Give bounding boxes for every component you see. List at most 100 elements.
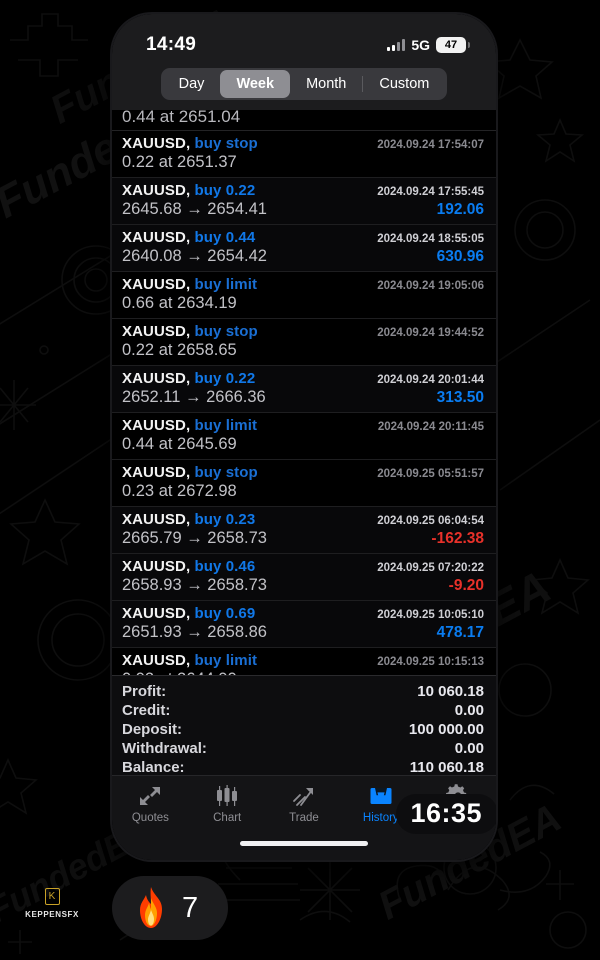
row-symbol: XAUUSD, buy 0.46: [122, 558, 256, 575]
row-profit: 478.17: [436, 624, 484, 641]
streak-count: 7: [182, 891, 199, 924]
row-timestamp: 2024.09.24 17:54:07: [377, 139, 484, 151]
clipped-list-item[interactable]: 0.44 at 2651.04: [112, 110, 496, 131]
phone-frame: 14:49 5G 47 Day Week Month Custom 0.44 a…: [112, 14, 496, 860]
summary-value: 0.00: [454, 702, 484, 719]
segment-day[interactable]: Day: [163, 70, 221, 98]
row-detail: 0.23 at 2672.98: [122, 482, 237, 500]
network-type-label: 5G: [411, 37, 430, 53]
history-row[interactable]: XAUUSD, buy 0.22 2024.09.24 20:01:44 2652.…: [112, 366, 496, 413]
row-profit: 192.06: [436, 201, 484, 218]
summary-value: 100 000.00: [408, 721, 484, 738]
overlay-clock: 16:35: [396, 794, 496, 834]
row-profit: -162.38: [431, 530, 484, 547]
history-row[interactable]: XAUUSD, buy 0.69 2024.09.25 10:05:10 2651.…: [112, 601, 496, 648]
battery-icon: 47: [436, 37, 470, 53]
row-symbol: XAUUSD, buy stop: [122, 135, 258, 152]
tab-label-trade: Trade: [289, 812, 319, 824]
tab-label-chart: Chart: [213, 812, 242, 824]
row-symbol: XAUUSD, buy limit: [122, 276, 258, 293]
keppensfx-label: KEPPENSFX: [25, 910, 79, 919]
account-summary: Profit: 10 060.18 Credit: 0.00 Deposit: 100 0…: [112, 675, 496, 783]
history-row[interactable]: XAUUSD, buy limit 2024.09.24 19:05:06 0.66…: [112, 272, 496, 319]
trend-up-icon: [293, 788, 313, 806]
summary-value: 10 060.18: [417, 683, 484, 700]
history-inbox-icon: [370, 788, 392, 804]
summary-label: Credit:: [122, 702, 171, 719]
row-detail: 2645.68 → 2654.41: [122, 200, 267, 218]
summary-row: Credit: 0.00: [122, 701, 484, 720]
streak-pill[interactable]: 7: [112, 876, 229, 940]
row-timestamp: 2024.09.24 20:11:45: [377, 421, 484, 433]
row-symbol: XAUUSD, buy stop: [122, 323, 258, 340]
row-symbol: XAUUSD, buy 0.23: [122, 511, 256, 528]
row-detail: 2651.93 → 2658.86: [122, 623, 267, 641]
history-rows-container: XAUUSD, buy stop 2024.09.24 17:54:07 0.22 …: [112, 131, 496, 675]
row-symbol: XAUUSD, buy 0.44: [122, 229, 256, 246]
row-order-type: buy limit: [194, 417, 258, 434]
tab-label-history: History: [362, 812, 399, 824]
history-row[interactable]: XAUUSD, buy stop 2024.09.24 19:44:52 0.22 …: [112, 319, 496, 366]
bottom-bar: K KEPPENSFX 7: [0, 860, 600, 960]
flame-icon: [140, 887, 162, 928]
row-timestamp: 2024.09.25 07:20:22: [377, 562, 484, 574]
row-detail: 2658.93 → 2658.73: [122, 576, 267, 594]
history-row[interactable]: XAUUSD, buy 0.22 2024.09.24 17:55:45 2645.…: [112, 178, 496, 225]
row-detail: 2665.79 → 2658.73: [122, 529, 267, 547]
row-order-type: buy 0.23: [194, 511, 256, 528]
history-row[interactable]: XAUUSD, buy 0.46 2024.09.25 07:20:22 2658.…: [112, 554, 496, 601]
row-detail: 0.92 at 2644.90: [122, 670, 237, 675]
row-timestamp: 2024.09.25 10:05:10: [377, 609, 484, 621]
segment-month[interactable]: Month: [290, 70, 362, 98]
history-row[interactable]: XAUUSD, buy 0.44 2024.09.24 18:55:05 2640.…: [112, 225, 496, 272]
row-order-type: buy limit: [194, 276, 258, 293]
row-symbol: XAUUSD, buy limit: [122, 652, 258, 669]
row-timestamp: 2024.09.25 10:15:13: [377, 656, 484, 668]
row-timestamp: 2024.09.25 05:51:57: [377, 468, 484, 480]
row-profit: 630.96: [436, 248, 484, 265]
history-list[interactable]: 0.44 at 2651.04 XAUUSD, buy stop 2024.09.…: [112, 110, 496, 675]
period-filter-bar: Day Week Month Custom: [112, 68, 496, 110]
history-row[interactable]: XAUUSD, buy 0.23 2024.09.25 06:04:54 2665.…: [112, 507, 496, 554]
row-detail: 0.44 at 2645.69: [122, 435, 237, 453]
history-row[interactable]: XAUUSD, buy limit 2024.09.24 20:11:45 0.44…: [112, 413, 496, 460]
row-detail: 0.22 at 2658.65: [122, 341, 237, 359]
row-order-type: buy stop: [194, 464, 258, 481]
row-timestamp: 2024.09.24 20:01:44: [377, 374, 484, 386]
row-symbol: XAUUSD, buy 0.22: [122, 182, 256, 199]
phone-screen: 14:49 5G 47 Day Week Month Custom 0.44 a…: [112, 14, 496, 860]
row-timestamp: 2024.09.24 18:55:05: [377, 233, 484, 245]
summary-value: 0.00: [454, 740, 484, 757]
segment-custom[interactable]: Custom: [363, 70, 445, 98]
keppensfx-logo: K KEPPENSFX: [25, 888, 79, 919]
tab-quotes[interactable]: Quotes: [112, 784, 189, 824]
clipped-item-detail: 0.44 at 2651.04: [122, 110, 241, 126]
summary-label: Withdrawal:: [122, 740, 207, 757]
row-profit: 313.50: [436, 389, 484, 406]
row-symbol: XAUUSD, buy 0.22: [122, 370, 256, 387]
row-detail: 2640.08 → 2654.42: [122, 247, 267, 265]
tab-trade[interactable]: Trade: [266, 784, 343, 824]
status-bar: 14:49 5G 47: [112, 14, 496, 68]
segment-week[interactable]: Week: [220, 70, 291, 98]
row-order-type: buy 0.46: [194, 558, 256, 575]
row-profit: -9.20: [448, 577, 484, 594]
summary-row: Profit: 10 060.18: [122, 682, 484, 701]
history-row[interactable]: XAUUSD, buy stop 2024.09.24 17:54:07 0.22 …: [112, 131, 496, 178]
row-detail: 0.22 at 2651.37: [122, 153, 237, 171]
row-order-type: buy stop: [194, 135, 258, 152]
summary-row: Withdrawal: 0.00: [122, 739, 484, 758]
row-detail: 2652.11 → 2666.36: [122, 388, 266, 406]
row-symbol: XAUUSD, buy limit: [122, 417, 258, 434]
summary-label: Profit:: [122, 683, 167, 700]
row-order-type: buy 0.69: [194, 605, 256, 622]
history-row[interactable]: XAUUSD, buy limit 2024.09.25 10:15:13 0.92…: [112, 648, 496, 675]
tab-label-quotes: Quotes: [131, 812, 169, 824]
tab-chart[interactable]: Chart: [189, 784, 266, 824]
summary-rows-container: Profit: 10 060.18 Credit: 0.00 Deposit: 100 0…: [122, 682, 484, 777]
summary-label: Balance:: [122, 759, 185, 776]
segmented-control[interactable]: Day Week Month Custom: [160, 68, 448, 100]
history-row[interactable]: XAUUSD, buy stop 2024.09.25 05:51:57 0.23 …: [112, 460, 496, 507]
candlestick-chart-icon: [217, 785, 238, 806]
row-timestamp: 2024.09.24 19:05:06: [377, 280, 484, 292]
